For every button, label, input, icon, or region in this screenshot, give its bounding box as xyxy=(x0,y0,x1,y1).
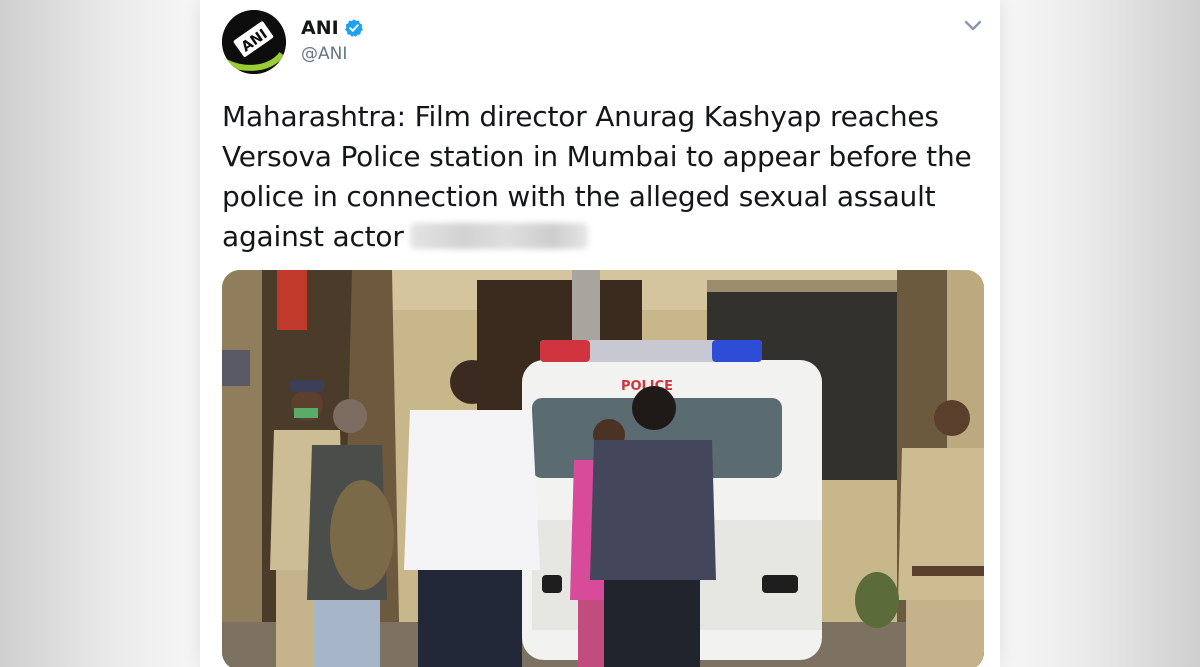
tweet-media-photo[interactable]: POLICE xyxy=(222,270,984,667)
author-handle[interactable]: @ANI xyxy=(301,44,347,64)
police-station-photo: POLICE xyxy=(222,270,984,667)
author-name[interactable]: ANI xyxy=(301,17,339,39)
author-avatar[interactable]: ANI xyxy=(222,10,286,74)
verified-badge-icon xyxy=(344,19,363,37)
tweet-text: Maharashtra: Film director Anurag Kashya… xyxy=(222,97,982,257)
tweet-card: ANI ANI @ANI Maharashtra: Film director … xyxy=(200,0,1000,667)
author-name-row: ANI xyxy=(301,15,364,41)
chevron-down-icon[interactable] xyxy=(962,18,984,34)
ani-logo-icon: ANI xyxy=(222,10,286,74)
tweet-body: Maharashtra: Film director Anurag Kashya… xyxy=(222,100,972,253)
redacted-name xyxy=(409,223,588,249)
